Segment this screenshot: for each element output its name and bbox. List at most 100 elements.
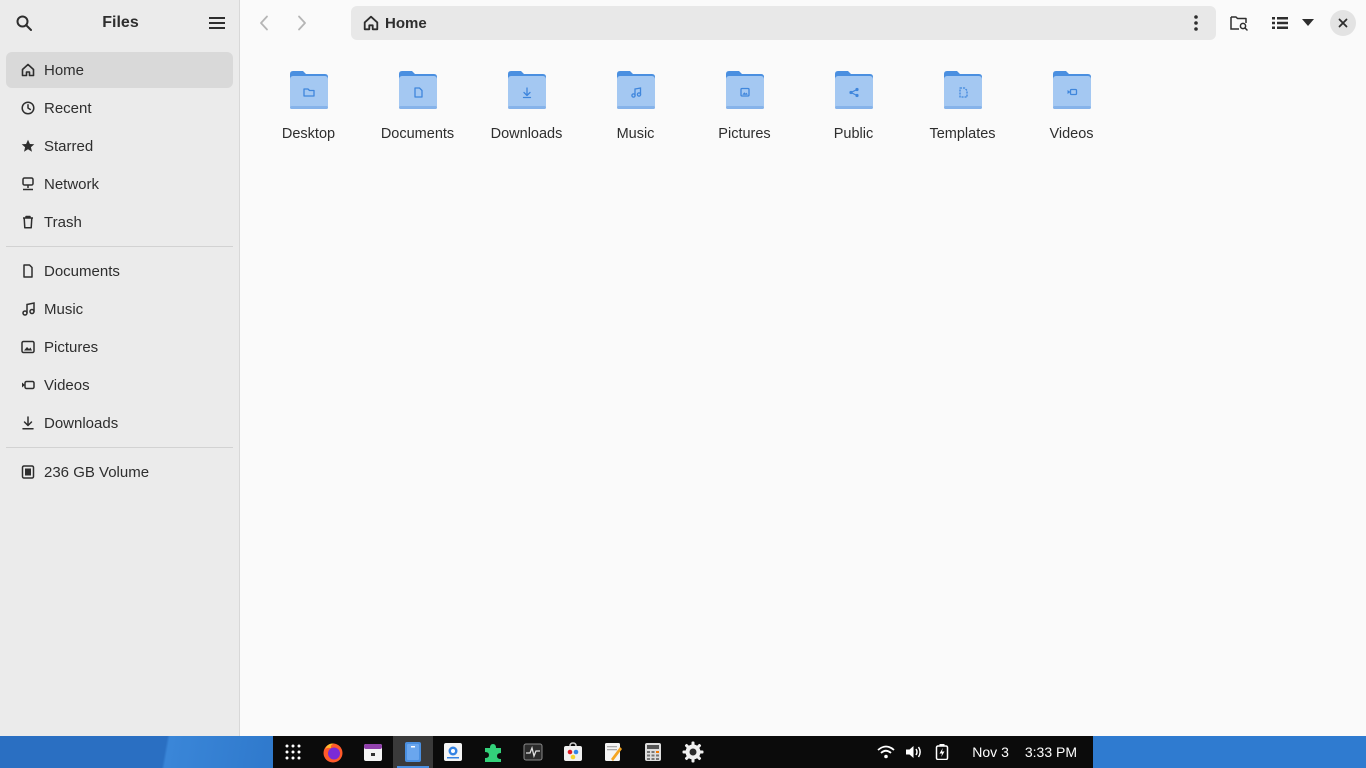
close-window-button[interactable] [1330, 10, 1356, 36]
calendar-icon [364, 744, 382, 761]
sidebar-item-home[interactable]: Home [6, 52, 233, 88]
taskbar-text-editor[interactable] [593, 736, 633, 768]
files-icon [405, 742, 421, 762]
taskbar-calculator[interactable] [633, 736, 673, 768]
folder-pictures[interactable]: Pictures [690, 68, 799, 158]
search-location-button[interactable] [1227, 11, 1251, 35]
taskbar-software[interactable] [553, 736, 593, 768]
folder-label: Downloads [490, 126, 563, 142]
music-icon [20, 301, 36, 317]
folder-desktop[interactable]: Desktop [254, 68, 363, 158]
sidebar-item-trash[interactable]: Trash [6, 204, 233, 240]
sidebar-item-label: 236 GB Volume [44, 463, 150, 481]
folder-label: Pictures [718, 126, 771, 142]
pictures-icon [20, 339, 36, 355]
sidebar-item-label: Home [44, 61, 85, 79]
sidebar-item-volume[interactable]: 236 GB Volume [6, 454, 233, 490]
folder-label: Public [833, 126, 874, 142]
sidebar-item-label: Network [44, 175, 100, 193]
sidebar-item-videos[interactable]: Videos [6, 367, 233, 403]
sidebar-separator [6, 447, 233, 448]
folder-templates[interactable]: Templates [908, 68, 1017, 158]
folder-music[interactable]: Music [581, 68, 690, 158]
firefox-icon [323, 743, 343, 763]
folder-label: Templates [929, 126, 996, 142]
folder-desktop-icon [289, 71, 328, 109]
sidebar-item-label: Recent [44, 99, 92, 117]
battery-status[interactable] [928, 744, 956, 760]
system-monitor-icon [523, 743, 543, 761]
view-list-button[interactable] [1268, 11, 1292, 35]
taskbar-settings[interactable] [673, 736, 713, 768]
chevron-left-icon [260, 15, 268, 31]
document-icon [20, 263, 36, 279]
close-icon [1338, 18, 1348, 28]
taskbar-calendar[interactable] [353, 736, 393, 768]
taskbar-files[interactable] [393, 736, 433, 768]
taskbar-firefox[interactable] [313, 736, 353, 768]
file-view: Desktop Documents Downloads Music Pictur… [240, 46, 1366, 736]
text-editor-icon [605, 743, 622, 761]
list-view-icon [1272, 17, 1288, 29]
wifi-status[interactable] [872, 745, 900, 759]
search-button[interactable] [12, 11, 36, 35]
folder-search-icon [1230, 16, 1248, 31]
home-icon [363, 15, 379, 31]
taskbar-extensions[interactable] [473, 736, 513, 768]
view-options-button[interactable] [1296, 11, 1320, 35]
sidebar-item-starred[interactable]: Starred [6, 128, 233, 164]
clock-time[interactable]: 3:33 PM [1025, 744, 1077, 760]
folder-downloads[interactable]: Downloads [472, 68, 581, 158]
volume-icon [906, 746, 922, 758]
folder-grid: Desktop Documents Downloads Music Pictur… [254, 68, 1126, 158]
trash-icon [20, 214, 36, 230]
path-current-location[interactable]: Home [385, 15, 427, 32]
download-icon [20, 415, 36, 431]
sidebar-item-documents[interactable]: Documents [6, 253, 233, 289]
folder-videos[interactable]: Videos [1017, 68, 1126, 158]
sidebar-item-music[interactable]: Music [6, 291, 233, 327]
sidebar-bookmarks: Documents Music Pictures Videos Download… [0, 253, 239, 441]
settings-icon [682, 741, 704, 763]
search-icon [16, 15, 32, 31]
taskbar: Nov 3 3:33 PM [273, 736, 1093, 768]
forward-button[interactable] [290, 11, 314, 35]
volume-status[interactable] [900, 745, 928, 759]
taskbar-system-monitor[interactable] [513, 736, 553, 768]
home-icon [20, 62, 36, 78]
sidebar-places: Home Recent Starred Network Trash [0, 46, 239, 240]
clock-date[interactable]: Nov 3 [972, 744, 1009, 760]
drive-icon [20, 464, 36, 480]
folder-label: Videos [1049, 126, 1094, 142]
app-grid-icon [285, 744, 301, 760]
dropdown-arrow-icon [1302, 19, 1314, 26]
folder-public[interactable]: Public [799, 68, 908, 158]
sidebar-item-label: Starred [44, 137, 94, 155]
back-button[interactable] [252, 11, 276, 35]
sidebar: Files Home Recent Starred Network Trash [0, 0, 240, 736]
header-bar: Home [240, 0, 1366, 46]
sidebar-item-downloads[interactable]: Downloads [6, 405, 233, 441]
software-icon [564, 742, 582, 761]
app-title: Files [102, 14, 139, 31]
battery-charging-icon [936, 744, 949, 760]
sidebar-item-label: Pictures [44, 338, 99, 356]
desktop-wallpaper-right [1093, 736, 1366, 768]
folder-label: Music [616, 126, 655, 142]
sidebar-item-network[interactable]: Network [6, 166, 233, 202]
app-grid-button[interactable] [273, 736, 313, 768]
folder-downloads-icon [507, 71, 546, 109]
desktop-wallpaper-left [0, 736, 273, 768]
folder-documents[interactable]: Documents [363, 68, 472, 158]
path-bar[interactable]: Home [351, 6, 1216, 40]
main-menu-button[interactable] [205, 11, 229, 35]
sidebar-item-recent[interactable]: Recent [6, 90, 233, 126]
calculator-icon [645, 743, 661, 761]
sidebar-header: Files [0, 0, 239, 46]
sidebar-item-label: Trash [44, 213, 82, 231]
path-options-button[interactable] [1184, 11, 1208, 35]
sidebar-devices: 236 GB Volume [0, 454, 239, 490]
sidebar-item-pictures[interactable]: Pictures [6, 329, 233, 365]
videos-icon [20, 377, 36, 393]
taskbar-text-viewer[interactable] [433, 736, 473, 768]
